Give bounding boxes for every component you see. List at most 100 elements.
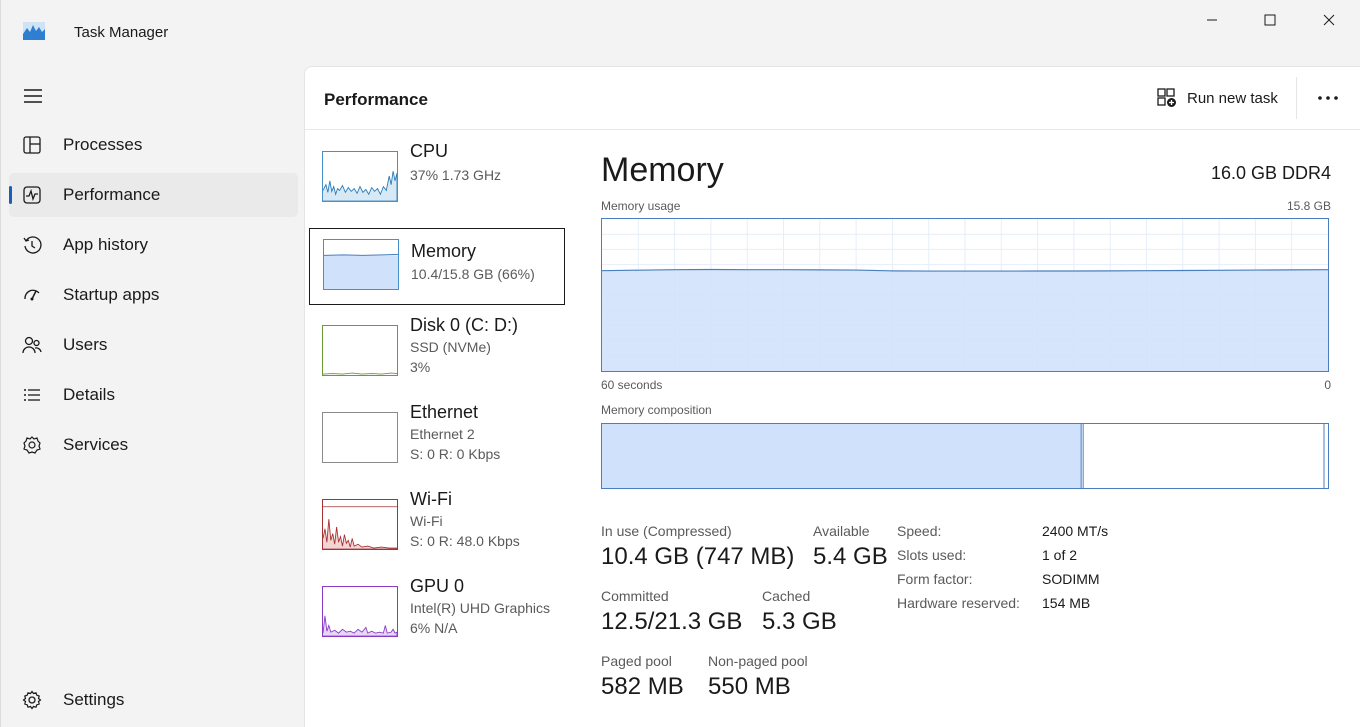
resource-detail: 3% bbox=[410, 359, 431, 375]
resource-name: Memory bbox=[411, 241, 477, 261]
sidebar-item-label: Processes bbox=[63, 135, 143, 154]
memory-composition-bar bbox=[601, 423, 1329, 489]
available-label: Available bbox=[813, 523, 870, 539]
gpu-thumbnail-graph bbox=[322, 586, 398, 637]
resource-item-gpu[interactable]: GPU 0 Intel(R) UHD Graphics 6% N/A bbox=[309, 576, 565, 653]
users-icon bbox=[22, 336, 42, 354]
cached-label: Cached bbox=[762, 588, 811, 604]
sidebar-item-settings[interactable]: Settings bbox=[9, 678, 298, 722]
sidebar-item-app-history[interactable]: App history bbox=[9, 223, 298, 267]
sidebar-item-processes[interactable]: Processes bbox=[9, 123, 298, 167]
hardware-reserved-key: Hardware reserved: bbox=[897, 595, 1020, 611]
main-panel: Performance Run new task CPU 37% 1.73 GH… bbox=[304, 66, 1360, 727]
resource-detail: 37% 1.73 GHz bbox=[410, 167, 502, 183]
resource-detail: S: 0 R: 0 Kbps bbox=[410, 446, 501, 462]
sidebar-item-label: Services bbox=[63, 435, 129, 454]
sidebar-item-performance[interactable]: Performance bbox=[9, 173, 298, 217]
sidebar-item-startup-apps[interactable]: Startup apps bbox=[9, 273, 298, 317]
memory-usage-chart bbox=[601, 218, 1329, 372]
sidebar-item-label: Details bbox=[63, 385, 115, 404]
resource-item-disk[interactable]: Disk 0 (C: D:) SSD (NVMe) 3% bbox=[309, 315, 565, 392]
in-use-value: 10.4 GB (747 MB) bbox=[601, 543, 795, 570]
memory-spec: 16.0 GB DDR4 bbox=[1210, 163, 1331, 183]
task-manager-app-icon bbox=[23, 22, 45, 40]
memory-title: Memory bbox=[601, 151, 724, 189]
available-value: 5.4 GB bbox=[813, 543, 888, 570]
resource-name: Disk 0 (C: D:) bbox=[410, 315, 518, 335]
header-divider bbox=[1296, 77, 1297, 119]
resource-name: GPU 0 bbox=[410, 576, 465, 596]
title-bar[interactable]: Task Manager bbox=[1, 0, 1360, 64]
sidebar-nav: Processes Performance App history Startu… bbox=[9, 123, 298, 473]
sidebar-item-label: App history bbox=[63, 235, 149, 254]
paged-pool-label: Paged pool bbox=[601, 653, 672, 669]
processes-icon bbox=[23, 136, 41, 154]
resource-detail: S: 0 R: 48.0 Kbps bbox=[410, 533, 520, 549]
cached-value: 5.3 GB bbox=[762, 608, 837, 635]
window-title: Task Manager bbox=[74, 24, 169, 41]
form-factor-value: SODIMM bbox=[1042, 571, 1100, 587]
main-header: Performance Run new task bbox=[305, 67, 1360, 130]
non-paged-pool-value: 550 MB bbox=[708, 673, 791, 700]
resource-detail: Wi-Fi bbox=[410, 513, 443, 529]
in-use-label: In use (Compressed) bbox=[601, 523, 732, 539]
sidebar-item-users[interactable]: Users bbox=[9, 323, 298, 367]
committed-label: Committed bbox=[601, 588, 669, 604]
minimize-icon bbox=[1207, 19, 1217, 21]
memory-thumbnail-graph bbox=[323, 239, 399, 290]
details-icon bbox=[24, 389, 40, 401]
resource-name: Ethernet bbox=[410, 402, 479, 422]
wifi-thumbnail-graph bbox=[322, 499, 398, 550]
memory-usage-label: Memory usage bbox=[601, 199, 681, 213]
chart-x-left-label: 60 seconds bbox=[601, 378, 663, 392]
slots-used-key: Slots used: bbox=[897, 547, 967, 563]
hamburger-menu-icon[interactable] bbox=[21, 84, 45, 108]
close-button[interactable] bbox=[1306, 6, 1352, 34]
resource-item-wifi[interactable]: Wi-Fi Wi-Fi S: 0 R: 48.0 Kbps bbox=[309, 489, 565, 566]
chart-x-right-label: 0 bbox=[1324, 378, 1331, 392]
committed-value: 12.5/21.3 GB bbox=[601, 608, 743, 635]
task-manager-window: Task Manager Processes Performance App h… bbox=[0, 0, 1360, 727]
speed-key: Speed: bbox=[897, 523, 942, 539]
settings-label: Settings bbox=[63, 690, 125, 709]
performance-icon bbox=[23, 186, 41, 204]
resource-name: Wi-Fi bbox=[410, 489, 452, 509]
sidebar-item-details[interactable]: Details bbox=[9, 373, 298, 417]
slots-used-value: 1 of 2 bbox=[1042, 547, 1078, 563]
sidebar-item-label: Performance bbox=[63, 185, 161, 204]
disk-thumbnail-graph bbox=[322, 325, 398, 376]
speed-value: 2400 MT/s bbox=[1042, 523, 1109, 539]
page-title: Performance bbox=[324, 90, 428, 109]
composition-in-use-segment bbox=[602, 424, 1082, 488]
resource-item-cpu[interactable]: CPU 37% 1.73 GHz bbox=[309, 141, 565, 218]
resource-item-memory[interactable]: Memory 10.4/15.8 GB (66%) bbox=[309, 228, 565, 305]
cpu-thumbnail-graph bbox=[322, 151, 398, 202]
form-factor-key: Form factor: bbox=[897, 571, 973, 587]
startup-icon bbox=[24, 289, 40, 301]
settings-gear-icon bbox=[22, 690, 42, 710]
resource-list: CPU 37% 1.73 GHz Memory 10.4/15.8 GB (66… bbox=[309, 141, 565, 663]
run-new-task-button[interactable]: Run new task bbox=[1157, 87, 1278, 109]
sidebar-item-services[interactable]: Services bbox=[9, 423, 298, 467]
memory-composition-label: Memory composition bbox=[601, 403, 712, 417]
sidebar-item-label: Users bbox=[63, 335, 108, 354]
resource-detail: 6% N/A bbox=[410, 620, 458, 636]
resource-detail: SSD (NVMe) bbox=[410, 339, 491, 355]
resource-detail: Ethernet 2 bbox=[410, 426, 475, 442]
memory-usage-max: 15.8 GB bbox=[1286, 199, 1331, 213]
memory-usage-area bbox=[602, 269, 1328, 371]
run-task-icon bbox=[1157, 88, 1176, 107]
ethernet-thumbnail-graph bbox=[322, 412, 398, 463]
resource-item-ethernet[interactable]: Ethernet Ethernet 2 S: 0 R: 0 Kbps bbox=[309, 402, 565, 479]
resource-detail: Intel(R) UHD Graphics bbox=[410, 600, 551, 616]
more-options-icon[interactable] bbox=[1315, 85, 1341, 111]
maximize-button[interactable] bbox=[1247, 6, 1293, 34]
paged-pool-value: 582 MB bbox=[601, 673, 684, 700]
close-icon bbox=[1323, 14, 1335, 26]
maximize-icon bbox=[1264, 14, 1276, 26]
non-paged-pool-label: Non-paged pool bbox=[708, 653, 808, 669]
history-icon bbox=[23, 236, 42, 254]
services-icon bbox=[23, 436, 41, 454]
resource-detail: 10.4/15.8 GB (66%) bbox=[411, 266, 535, 282]
minimize-button[interactable] bbox=[1189, 6, 1235, 34]
